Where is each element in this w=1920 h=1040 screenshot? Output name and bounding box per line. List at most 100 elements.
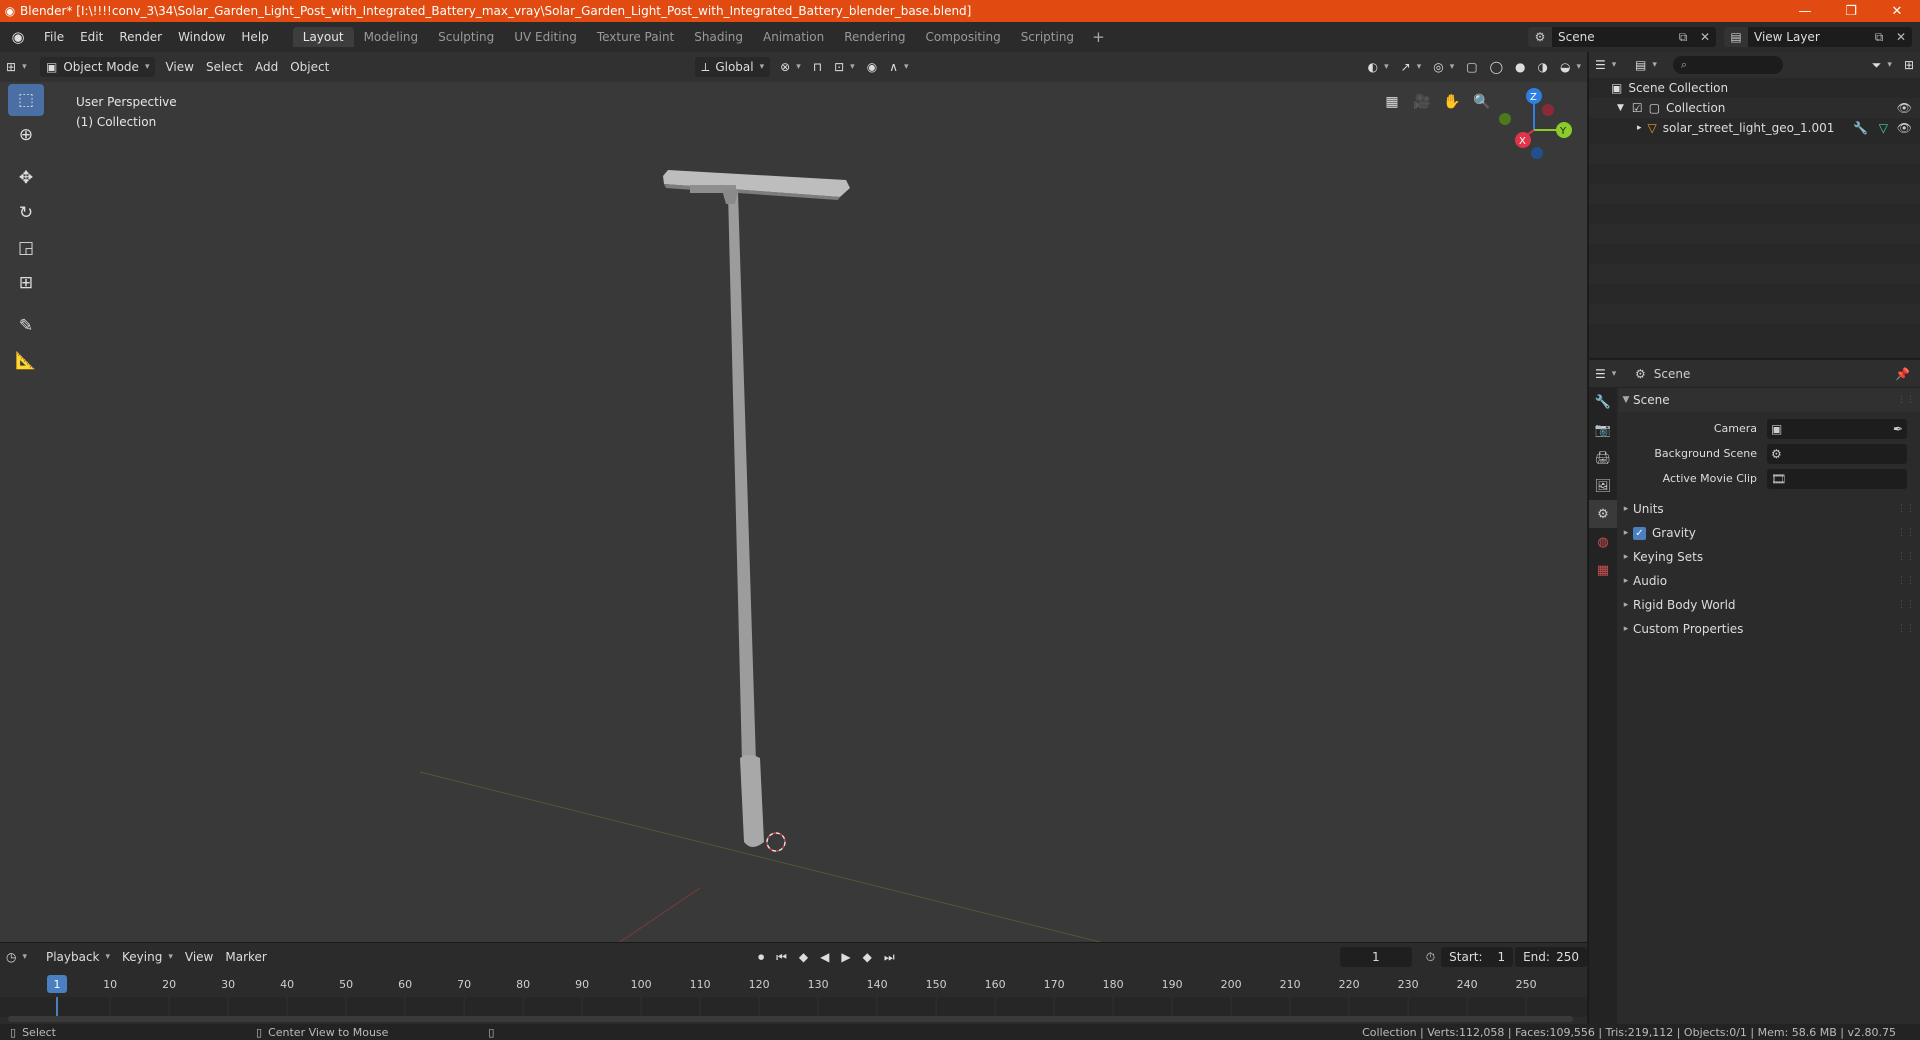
menu-keying[interactable]: Keying ▾ xyxy=(116,947,179,967)
filter-icon[interactable]: ⏷ ▾ xyxy=(1866,55,1898,75)
navigation-gizmo[interactable]: Z Y X xyxy=(1499,88,1572,159)
menu-add[interactable]: Add xyxy=(249,60,284,74)
eyedropper-icon[interactable]: ✒ xyxy=(1893,422,1903,436)
current-frame-field[interactable]: 1 xyxy=(1339,947,1412,967)
menu-edit[interactable]: Edit xyxy=(72,22,111,52)
end-frame-field[interactable]: End: 250 xyxy=(1515,947,1587,967)
collection-visibility-eye-icon[interactable]: 👁 xyxy=(1897,101,1912,115)
wireframe-shading-icon[interactable]: ◯ xyxy=(1484,57,1509,77)
remove-view-layer-icon[interactable]: ✕ xyxy=(1890,30,1912,44)
pivot-point-icon[interactable]: ⊗ ▾ xyxy=(774,57,807,77)
custom-properties-section[interactable]: ▸ Custom Properties ⋮⋮ xyxy=(1619,617,1920,641)
falloff-icon[interactable]: ∧ ▾ xyxy=(883,57,914,77)
tab-uv-editing[interactable]: UV Editing xyxy=(504,27,587,47)
expand-arrow-icon[interactable]: ▸ xyxy=(1637,123,1642,133)
scene-selector[interactable]: ⚙ Scene ⧉ ✕ xyxy=(1528,27,1716,47)
menu-file[interactable]: File xyxy=(36,22,72,52)
tab-animation[interactable]: Animation xyxy=(753,27,834,47)
gravity-checkbox[interactable]: ✓ xyxy=(1633,526,1646,540)
rendered-shading-icon[interactable]: ◒ ▾ xyxy=(1554,57,1587,77)
view-layer-selector[interactable]: ▤ View Layer ⧉ ✕ xyxy=(1724,27,1912,47)
timeline-editor[interactable]: ◷ ▾ Playback ▾ Keying ▾ View Marker ⏺ ⏮ ◆ ◀… xyxy=(0,942,1587,1024)
editor-type-button[interactable]: ⊞ ▾ xyxy=(0,57,40,77)
tab-sculpting[interactable]: Sculpting xyxy=(428,27,504,47)
record-icon[interactable]: ⏺ xyxy=(752,947,770,967)
menu-select[interactable]: Select xyxy=(200,60,249,74)
restore-button[interactable]: ❐ xyxy=(1828,0,1874,22)
outliner-object[interactable]: ▸ ▽ solar_street_light_geo_1.001 🔧 ▽ 👁 xyxy=(1589,118,1920,138)
xray-toggle-icon[interactable]: ▢ xyxy=(1460,57,1483,77)
mode-selector[interactable]: ▣ Object Mode ▾ xyxy=(40,57,156,77)
pin-icon[interactable]: 📌 xyxy=(1895,367,1910,381)
mesh-data-icon[interactable]: ▽ xyxy=(1879,121,1888,135)
menu-render[interactable]: Render xyxy=(111,22,170,52)
play-icon[interactable]: ▶ xyxy=(835,947,856,967)
play-reverse-icon[interactable]: ◀ xyxy=(814,947,835,967)
world-tab-icon[interactable]: ◍ xyxy=(1589,528,1617,556)
tool-tab-icon[interactable]: 🔧 xyxy=(1589,388,1617,416)
jump-start-icon[interactable]: ⏮ xyxy=(770,947,793,967)
3d-viewport[interactable]: Z Y X ⊞ ▾ ▣ Object Mode ▾ View Select Add O… xyxy=(0,52,1587,942)
menu-help[interactable]: Help xyxy=(233,22,276,52)
scene-tab-icon[interactable]: ⚙ xyxy=(1589,500,1617,528)
blender-menu-icon[interactable]: ◉ xyxy=(0,28,36,46)
cursor-tool-icon[interactable]: ⊕ xyxy=(8,119,44,151)
copy-view-layer-icon[interactable]: ⧉ xyxy=(1868,30,1890,45)
close-button[interactable]: ✕ xyxy=(1874,0,1920,22)
units-section[interactable]: ▸ Units ⋮⋮ xyxy=(1619,497,1920,521)
tab-scripting[interactable]: Scripting xyxy=(1011,27,1084,47)
tab-texture-paint[interactable]: Texture Paint xyxy=(587,27,684,47)
add-workspace-button[interactable]: + xyxy=(1084,28,1113,46)
grid-view-icon[interactable]: ▦ xyxy=(1378,88,1406,116)
tab-rendering[interactable]: Rendering xyxy=(834,27,915,47)
start-frame-field[interactable]: Start: 1 xyxy=(1441,947,1514,967)
expand-arrow-icon[interactable]: ▼ xyxy=(1617,103,1624,113)
menu-timeline-view[interactable]: View xyxy=(179,947,219,967)
jump-end-icon[interactable]: ⏭ xyxy=(878,947,901,967)
menu-marker[interactable]: Marker xyxy=(219,947,272,967)
transform-orientation-selector[interactable]: ⟂ Global ▾ xyxy=(695,57,771,77)
view-layer-tab-icon[interactable]: 🖼 xyxy=(1589,472,1617,500)
audio-section[interactable]: ▸ Audio ⋮⋮ xyxy=(1619,569,1920,593)
outliner-panel[interactable]: ☰ ▾ ▤ ▾ ⌕ ⏷ ▾ ⊞ ▣ Scene Collection ▼ ☑ ▢ Co… xyxy=(1588,52,1920,358)
solid-shading-icon[interactable]: ● xyxy=(1509,57,1531,77)
prev-keyframe-icon[interactable]: ◆ xyxy=(793,947,814,967)
timeline-editor-type-icon[interactable]: ◷ ▾ xyxy=(0,947,40,967)
preview-range-icon[interactable]: ⏱ xyxy=(1420,947,1441,967)
measure-tool-icon[interactable]: 📐 xyxy=(8,345,44,377)
outliner-search-input[interactable]: ⌕ xyxy=(1672,56,1783,74)
snap-icon[interactable]: ⊓ xyxy=(807,57,828,77)
copy-scene-icon[interactable]: ⧉ xyxy=(1672,30,1694,45)
outliner-collection[interactable]: ▼ ☑ ▢ Collection 👁 xyxy=(1589,98,1920,118)
remove-scene-icon[interactable]: ✕ xyxy=(1694,30,1716,44)
annotate-tool-icon[interactable]: ✎ xyxy=(8,310,44,342)
3d-cursor-icon[interactable] xyxy=(766,832,786,852)
render-tab-icon[interactable]: 📷 xyxy=(1589,416,1617,444)
overlay-toggle-icon[interactable]: ◎ ▾ xyxy=(1427,57,1460,77)
proportional-edit-icon[interactable]: ◉ xyxy=(861,57,883,77)
rotate-tool-icon[interactable]: ↻ xyxy=(8,197,44,229)
scene-name[interactable]: Scene xyxy=(1552,30,1672,44)
camera-view-icon[interactable]: 🎥 xyxy=(1408,88,1436,116)
transform-tool-icon[interactable]: ⊞ xyxy=(8,267,44,299)
scene-section-header[interactable]: ▼ Scene ⋮⋮ xyxy=(1619,388,1920,412)
select-box-tool-icon[interactable]: ⬚ xyxy=(8,84,44,116)
menu-object[interactable]: Object xyxy=(284,60,335,74)
snap-target-icon[interactable]: ⊡ ▾ xyxy=(828,57,861,77)
outliner-editor-type-icon[interactable]: ☰ ▾ xyxy=(1589,55,1629,75)
next-keyframe-icon[interactable]: ◆ xyxy=(857,947,878,967)
new-collection-icon[interactable]: ⊞ xyxy=(1898,55,1920,75)
properties-editor-type-icon[interactable]: ☰ ▾ xyxy=(1589,364,1629,384)
menu-window[interactable]: Window xyxy=(170,22,233,52)
menu-view[interactable]: View xyxy=(159,60,199,74)
texture-tab-icon[interactable]: ▦ xyxy=(1589,556,1617,584)
tab-modeling[interactable]: Modeling xyxy=(354,27,429,47)
gizmo-toggle-icon[interactable]: ↗ ▾ xyxy=(1395,57,1428,77)
timeline-scrollbar[interactable] xyxy=(8,1016,1573,1022)
background-scene-field[interactable]: ⚙ xyxy=(1767,443,1907,464)
display-mode-icon[interactable]: ▤ ▾ xyxy=(1629,55,1663,75)
timeline-track[interactable] xyxy=(0,997,1587,1017)
tab-layout[interactable]: Layout xyxy=(292,27,354,47)
material-shading-icon[interactable]: ◑ xyxy=(1532,57,1554,77)
scale-tool-icon[interactable]: ◲ xyxy=(8,232,44,264)
